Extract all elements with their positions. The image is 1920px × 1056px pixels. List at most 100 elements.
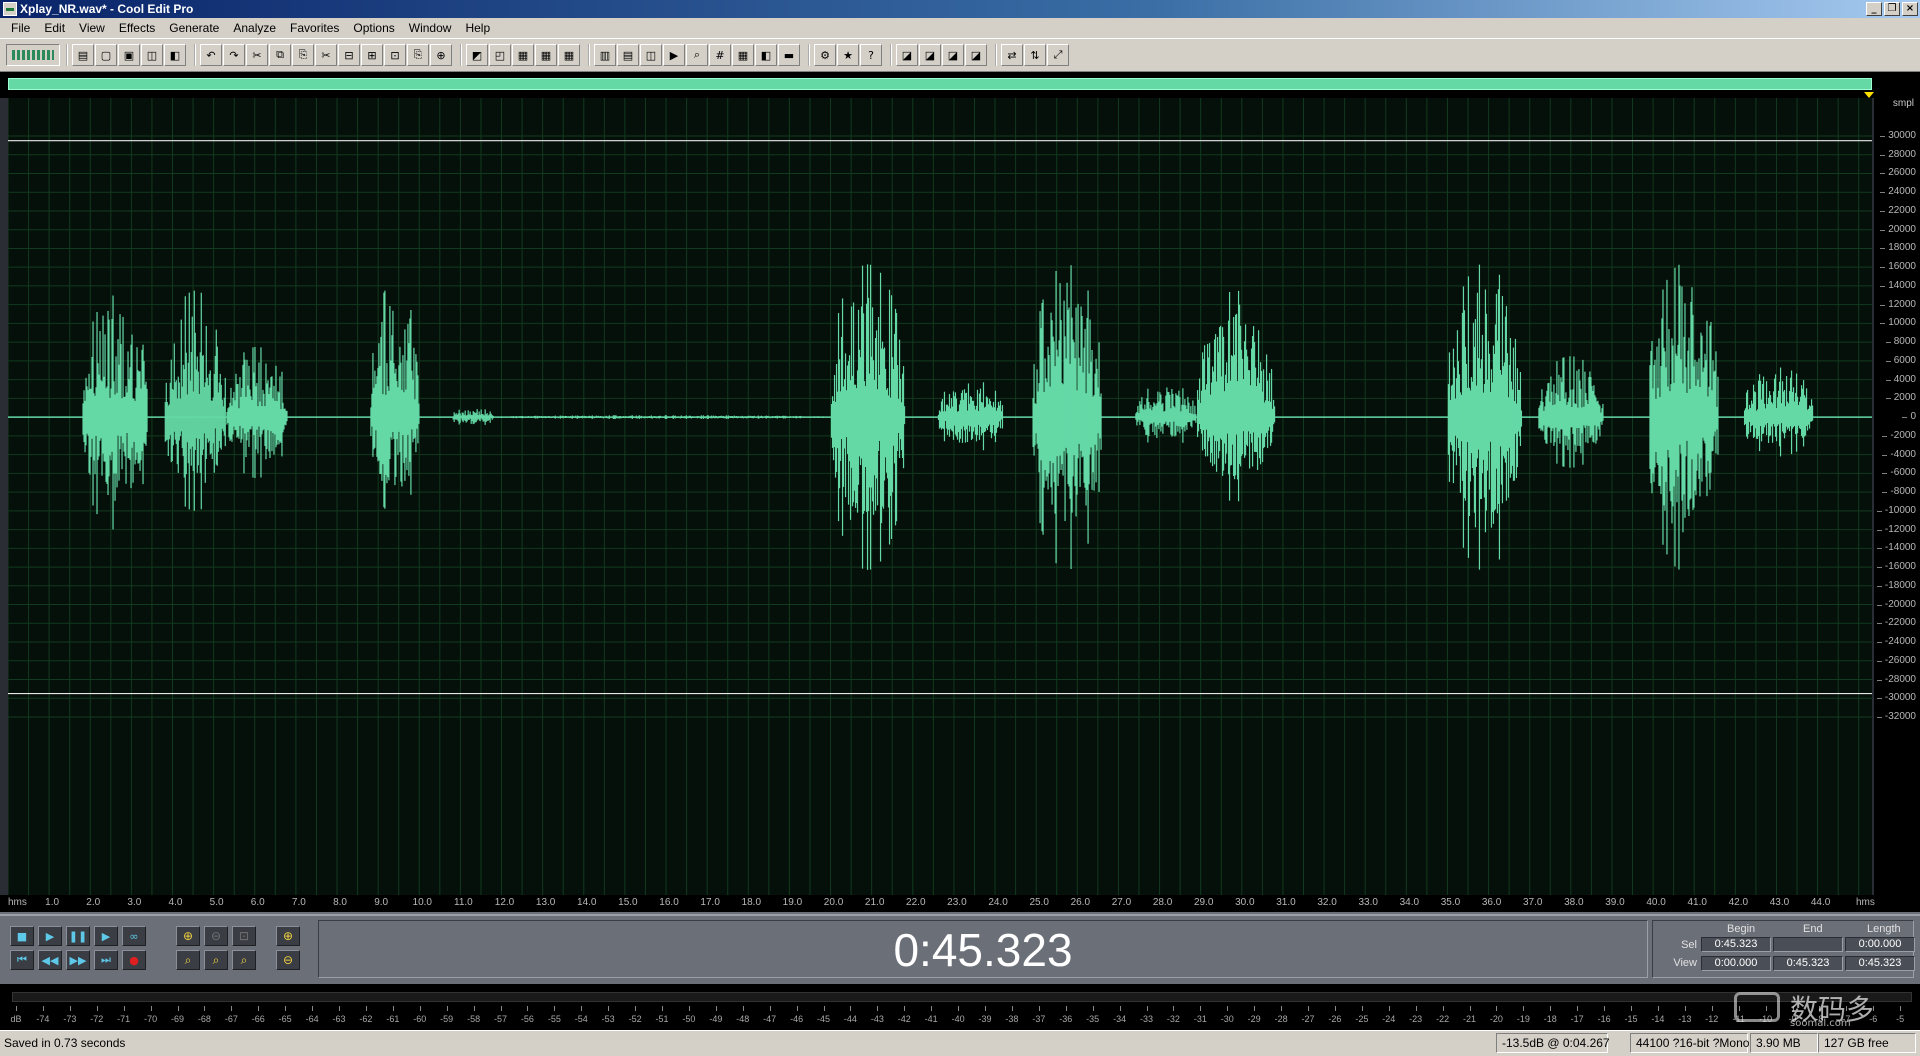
- sel-begin-field[interactable]: 0:45.323: [1701, 937, 1771, 952]
- undo-button[interactable]: ↶: [200, 44, 222, 66]
- loop-button[interactable]: ∞: [122, 926, 146, 946]
- zoom-in-horizontal-button[interactable]: ⊕: [176, 926, 200, 946]
- time-tick-label: 14.0: [577, 897, 597, 908]
- zoom-in-vertical-button[interactable]: ⊕: [276, 926, 300, 946]
- cd-view-button[interactable]: ⤢: [1047, 44, 1069, 66]
- mix-paste-button[interactable]: ⊞: [361, 44, 383, 66]
- trim-button[interactable]: ⊟: [338, 44, 360, 66]
- play-to-end-button[interactable]: ▶: [94, 926, 118, 946]
- copy-button[interactable]: ⎘: [407, 44, 429, 66]
- rewind-button[interactable]: ◀◀: [38, 950, 62, 970]
- app-icon[interactable]: [3, 2, 17, 16]
- pause-button[interactable]: ❚❚: [66, 926, 90, 946]
- zoom-button[interactable]: ⌕: [686, 44, 708, 66]
- grid3-button[interactable]: ▦: [558, 44, 580, 66]
- samples-button[interactable]: #: [709, 44, 731, 66]
- sel-length-field[interactable]: 0:00.000: [1845, 937, 1915, 952]
- level-meter[interactable]: dB -74 -73 -72 -71 -70 -69 -68 -67 -66 -65 -64 -63 -6…: [0, 984, 1920, 1030]
- stop-button[interactable]: ■: [10, 926, 34, 946]
- zoom-left-button[interactable]: ⌕: [176, 950, 200, 970]
- multitrack-button[interactable]: ⇄: [1001, 44, 1023, 66]
- menu-help[interactable]: Help: [458, 18, 497, 38]
- grid-button[interactable]: ▦: [512, 44, 534, 66]
- favorites-button[interactable]: ★: [837, 44, 859, 66]
- open-file-button[interactable]: ▢: [95, 44, 117, 66]
- meter-tick-label: -60: [413, 1014, 427, 1024]
- cut-button[interactable]: ✂: [315, 44, 337, 66]
- status-level: -13.5dB @ 0:04.267: [1496, 1033, 1610, 1053]
- amplitude-tick-label: -2000: [1882, 429, 1916, 441]
- effect-2-button[interactable]: ◪: [919, 44, 941, 66]
- copy-new-button[interactable]: ⧉: [269, 44, 291, 66]
- menu-file[interactable]: File: [4, 18, 37, 38]
- save-all-button[interactable]: ◫: [141, 44, 163, 66]
- close-file-button[interactable]: ◧: [164, 44, 186, 66]
- go-to-end-button[interactable]: ⏭: [94, 950, 118, 970]
- play-button[interactable]: ▶: [38, 926, 62, 946]
- menu-analyze[interactable]: Analyze: [226, 18, 283, 38]
- meter-tick: [1361, 1006, 1363, 1011]
- repeat-last-button[interactable]: ✂: [246, 44, 268, 66]
- sel-end-field[interactable]: [1773, 937, 1843, 952]
- ruler-button[interactable]: ◫: [640, 44, 662, 66]
- effect-3-button[interactable]: ◪: [942, 44, 964, 66]
- zoom-out-horizontal-button[interactable]: ⊖: [204, 926, 228, 946]
- time-ruler[interactable]: hms hms 1.0 2.0 3.0 4.0 5.0 6.0 7.0 8.0 9.0 10.0 1…: [0, 895, 1920, 912]
- save-file-button[interactable]: ▣: [118, 44, 140, 66]
- multitrack-toggle-button[interactable]: [6, 44, 60, 66]
- paste-button[interactable]: ⊡: [384, 44, 406, 66]
- go-to-start-button[interactable]: ⏮: [10, 950, 34, 970]
- fast-forward-button[interactable]: ▶▶: [66, 950, 90, 970]
- cue-button[interactable]: ▤: [617, 44, 639, 66]
- spectral-view-button[interactable]: ◩: [466, 44, 488, 66]
- menu-favorites[interactable]: Favorites: [283, 18, 346, 38]
- close-button[interactable]: ×: [1902, 2, 1918, 16]
- waveform-canvas[interactable]: [8, 98, 1872, 895]
- meter-tick-label: -70: [144, 1014, 158, 1024]
- zoom-right-button[interactable]: ⌕: [204, 950, 228, 970]
- close-file-icon: ◧: [169, 48, 181, 62]
- settings-button[interactable]: ⚙: [814, 44, 836, 66]
- meter-tick-label: -21: [1462, 1014, 1477, 1024]
- meter-button[interactable]: ◧: [755, 44, 777, 66]
- record-button[interactable]: ●: [122, 950, 146, 970]
- menu-window[interactable]: Window: [402, 18, 459, 38]
- overview-view-range[interactable]: [8, 78, 1872, 90]
- redo-button[interactable]: ↷: [223, 44, 245, 66]
- waveform-display[interactable]: smpl 30000 28000 26000 24000 22000 20000 18000…: [0, 98, 1920, 912]
- edit-view-button[interactable]: ⇅: [1024, 44, 1046, 66]
- bar-button[interactable]: ▬: [778, 44, 800, 66]
- insert-button[interactable]: ⊕: [430, 44, 452, 66]
- snap-button[interactable]: ▥: [594, 44, 616, 66]
- effect-1-button[interactable]: ◪: [896, 44, 918, 66]
- waveform-background: [8, 98, 1872, 895]
- meter-tick: [231, 1006, 233, 1011]
- menu-edit[interactable]: Edit: [37, 18, 72, 38]
- paste-new-button[interactable]: ⎘: [292, 44, 314, 66]
- menu-effects[interactable]: Effects: [112, 18, 162, 38]
- view-begin-field[interactable]: 0:00.000: [1701, 956, 1771, 971]
- envelope-button[interactable]: ◰: [489, 44, 511, 66]
- play-button[interactable]: ▶: [663, 44, 685, 66]
- restore-button[interactable]: ❐: [1884, 2, 1900, 16]
- view-length-field[interactable]: 0:45.323: [1845, 956, 1915, 971]
- zoom-out-vertical-button[interactable]: ⊖: [276, 950, 300, 970]
- meter-tick-label: -73: [63, 1014, 77, 1024]
- new-file-button[interactable]: ▤: [72, 44, 94, 66]
- minimize-button[interactable]: _: [1866, 2, 1882, 16]
- time-display: 0:45.323: [318, 920, 1648, 978]
- amplitude-tick-label: 12000: [1880, 298, 1916, 310]
- effect-4-button[interactable]: ◪: [965, 44, 987, 66]
- menu-generate[interactable]: Generate: [162, 18, 226, 38]
- meter-tick: [69, 1006, 71, 1011]
- title-bar[interactable]: Xplay_NR.wav* - Cool Edit Pro _ ❐ ×: [0, 0, 1920, 18]
- grid2-button[interactable]: ▦: [535, 44, 557, 66]
- zoom-full-button[interactable]: ⊡: [232, 926, 256, 946]
- zoom-selection-button[interactable]: ⌕: [232, 950, 256, 970]
- frames-button[interactable]: ▦: [732, 44, 754, 66]
- view-end-field[interactable]: 0:45.323: [1773, 956, 1843, 971]
- help-button[interactable]: ?: [860, 44, 882, 66]
- menu-view[interactable]: View: [72, 18, 112, 38]
- menu-options[interactable]: Options: [346, 18, 401, 38]
- overview-bar[interactable]: [0, 72, 1920, 98]
